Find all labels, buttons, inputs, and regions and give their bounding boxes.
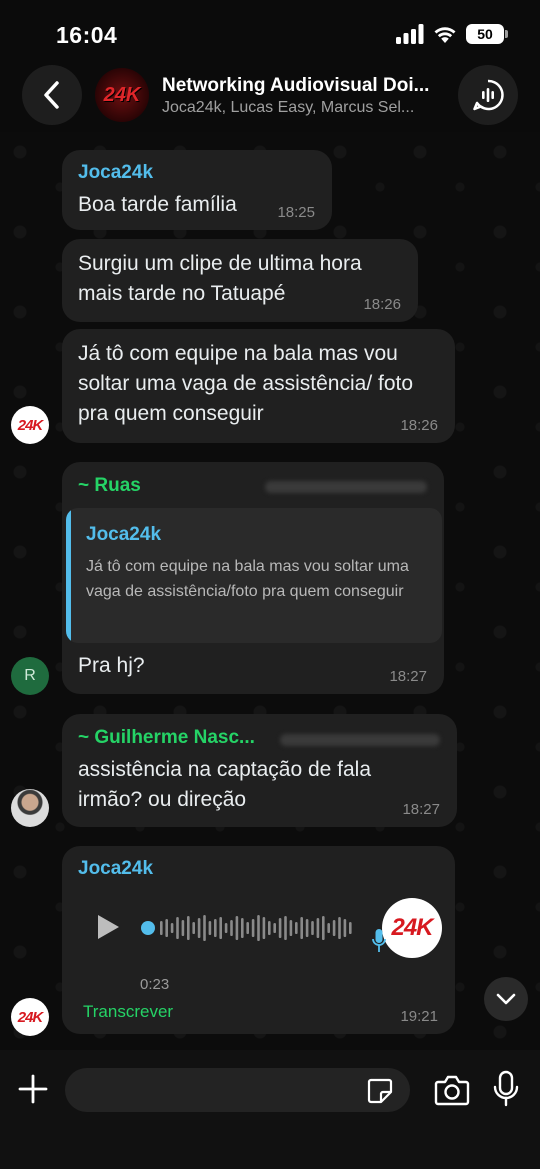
back-button[interactable] <box>22 65 82 125</box>
waveform-bar <box>257 915 260 941</box>
transcribe-link[interactable]: Transcrever <box>83 1002 173 1022</box>
audio-call-icon <box>473 79 504 111</box>
waveform-bar <box>278 918 282 938</box>
waveform-bar <box>273 923 276 933</box>
waveform-bar <box>289 920 293 936</box>
message-text: Já tô com equipe na bala mas vou soltar … <box>78 342 414 425</box>
chat-members[interactable]: Joca24k, Lucas Easy, Marcus Sel... <box>162 99 447 117</box>
message-bubble[interactable]: ~ Ruas Joca24k Já tô com equipe na bala … <box>62 462 444 694</box>
waveform-bar <box>192 922 195 934</box>
waveform-bar <box>284 916 287 940</box>
quoted-text: Já tô com equipe na bala mas vou soltar … <box>86 558 409 600</box>
chat-title[interactable]: Networking Audiovisual Doi... <box>162 75 447 97</box>
waveform-bar <box>332 920 336 936</box>
microphone-icon <box>372 929 386 952</box>
message-bubble[interactable]: ~ Guilherme Nasc... assistência na capta… <box>62 714 457 827</box>
waveform-bar <box>241 918 244 938</box>
message-input[interactable] <box>65 1068 410 1112</box>
chat-header: 24K Networking Audiovisual Doi... Joca24… <box>0 62 540 132</box>
message-text: Pra hj? <box>78 654 145 677</box>
message-time: 18:25 <box>277 204 315 221</box>
waveform-bar <box>214 919 217 937</box>
group-avatar-logo: 24K <box>103 83 141 106</box>
chevron-down-icon <box>496 993 516 1005</box>
message-composer <box>0 1050 540 1169</box>
waveform-bar <box>246 922 249 934</box>
waveform-bar <box>251 919 255 937</box>
waveform-bar <box>160 921 163 935</box>
voice-message-bubble[interactable]: Joca24k 0:23 24K Transcrever 19:21 <box>62 846 455 1034</box>
message-text: Boa tarde família <box>78 193 237 216</box>
waveform-bar <box>316 918 320 938</box>
battery-indicator: 50 <box>466 24 508 44</box>
waveform-bar <box>176 917 179 939</box>
sticker-icon[interactable] <box>366 1077 394 1105</box>
waveform-bar <box>165 919 168 937</box>
message-bubble[interactable]: Já tô com equipe na bala mas vou soltar … <box>62 329 455 443</box>
wifi-icon <box>434 27 456 43</box>
attach-button[interactable] <box>16 1072 50 1106</box>
waveform-bar <box>338 917 341 939</box>
voice-sender-avatar: 24K <box>382 898 442 958</box>
message-sender: Joca24k <box>78 858 154 879</box>
voice-record-icon[interactable] <box>492 1070 520 1108</box>
waveform-bar <box>208 921 212 935</box>
waveform-bar <box>322 916 325 940</box>
message-time: 18:26 <box>363 296 401 313</box>
play-icon[interactable] <box>96 914 120 940</box>
waveform-bar <box>311 921 314 935</box>
waveform-bar <box>300 917 303 939</box>
message-time: 18:26 <box>400 417 438 434</box>
status-icons: 50 <box>396 24 508 44</box>
voice-waveform[interactable] <box>140 912 356 944</box>
group-call-button[interactable] <box>458 65 518 125</box>
quote-bar <box>66 508 71 643</box>
group-avatar[interactable]: 24K <box>95 68 149 122</box>
plus-icon <box>18 1074 48 1104</box>
sender-phone-redacted <box>265 481 427 493</box>
sender-avatar[interactable] <box>11 789 49 827</box>
message-sender: Joca24k <box>78 162 154 183</box>
waveform-bar <box>349 922 352 934</box>
waveform-bar <box>219 917 222 939</box>
voice-duration: 0:23 <box>140 976 170 993</box>
waveform-bar <box>343 919 347 937</box>
sender-avatar[interactable]: 24K <box>11 998 49 1036</box>
sender-avatar[interactable]: R <box>11 657 49 695</box>
waveform-bar <box>305 919 309 937</box>
message-time: 18:27 <box>402 801 440 818</box>
camera-icon[interactable] <box>434 1073 470 1107</box>
waveform-bar <box>235 916 239 940</box>
chevron-left-icon <box>44 81 59 109</box>
message-sender: ~ Ruas <box>78 475 141 496</box>
sender-phone-redacted <box>280 734 440 746</box>
quoted-sender: Joca24k <box>86 524 162 545</box>
message-text: Surgiu um clipe de ultima hora mais tard… <box>78 252 362 305</box>
waveform-bar <box>295 922 298 934</box>
scroll-to-bottom-button[interactable] <box>484 977 528 1021</box>
playhead <box>141 921 155 935</box>
quoted-message[interactable]: Joca24k Já tô com equipe na bala mas vou… <box>66 508 442 643</box>
waveform-bar <box>170 923 174 933</box>
waveform-bar <box>268 921 271 935</box>
waveform-bar <box>262 917 266 939</box>
message-bubble[interactable]: Surgiu um clipe de ultima hora mais tard… <box>62 239 418 322</box>
message-bubble[interactable]: Joca24k Boa tarde família 18:25 <box>62 150 332 230</box>
message-time: 19:21 <box>400 1008 438 1025</box>
message-text: assistência na captação de fala irmão? o… <box>78 758 372 811</box>
waveform-bar <box>197 918 201 938</box>
status-time: 16:04 <box>56 22 118 48</box>
waveform-bar <box>224 923 228 933</box>
signal-icon <box>396 24 424 44</box>
message-sender: ~ Guilherme Nasc... <box>78 727 255 748</box>
status-bar: 16:04 50 <box>0 0 540 64</box>
waveform-bar <box>187 916 190 940</box>
waveform-bar <box>230 920 233 936</box>
waveform-bar <box>203 915 206 941</box>
waveform-bar <box>181 920 185 936</box>
sender-avatar[interactable]: 24K <box>11 406 49 444</box>
message-time: 18:27 <box>389 668 427 685</box>
waveform-bar <box>327 923 330 933</box>
